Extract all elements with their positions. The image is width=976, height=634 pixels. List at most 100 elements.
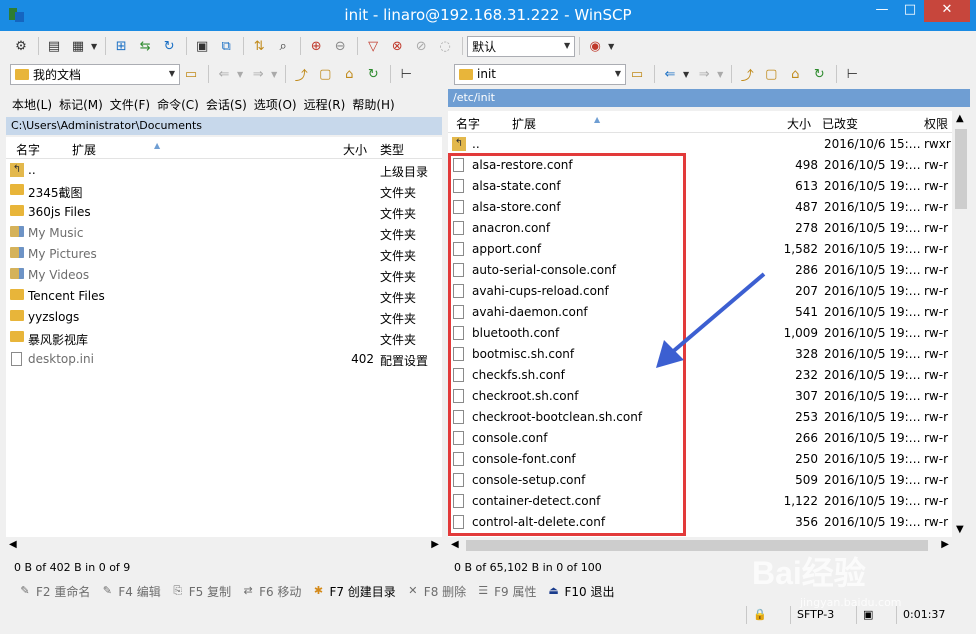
parent-dir-icon[interactable]: ⤴ (736, 63, 758, 85)
toolbar-separator (38, 37, 39, 55)
file-size: 328 (795, 347, 818, 361)
fkey-button[interactable]: ⎘ F5 复制 (171, 583, 231, 600)
home-icon[interactable]: ⌂ (784, 63, 806, 85)
refresh-icon[interactable]: ↻ (808, 63, 830, 85)
file-row[interactable]: ↰.. 2016/10/6 15:… rwxr (448, 134, 952, 155)
vscroll-thumb[interactable] (955, 129, 967, 209)
col-rights[interactable]: 权限 (924, 115, 948, 132)
scroll-left-icon[interactable]: ◀ (9, 539, 17, 550)
chevron-down-icon[interactable]: ▼ (271, 70, 277, 79)
fkey-button[interactable]: ✎ F2 重命名 (18, 583, 90, 600)
minimize-button[interactable]: — (868, 0, 896, 22)
menu-item[interactable]: 标记(M) (59, 96, 103, 113)
file-row[interactable]: My Pictures 文件夹 (6, 244, 442, 265)
forward-arrow-icon[interactable]: ⇒ (247, 63, 269, 85)
file-row[interactable]: desktop.ini 402 配置设置 (6, 349, 442, 370)
menu-item[interactable]: 命令(C) (157, 96, 199, 113)
col-changed[interactable]: 已改变 (822, 115, 858, 132)
menu-item[interactable]: 远程(R) (304, 96, 346, 113)
select-minus-icon[interactable]: ⊖ (329, 35, 351, 57)
session-globe-icon[interactable]: ◉ (584, 35, 606, 57)
file-row[interactable]: 暴风影视库 文件夹 (6, 328, 442, 349)
toolbar-separator (285, 65, 287, 83)
fkey-label: F6 移动 (259, 584, 302, 599)
find-files-icon[interactable]: ⌕ (272, 35, 294, 57)
col-name[interactable]: 名字 (456, 115, 480, 132)
right-vscrollbar[interactable]: ▲ ▼ (952, 111, 970, 537)
back-arrow-icon[interactable]: ⇐ (659, 63, 681, 85)
chevron-down-icon[interactable]: ▼ (608, 42, 614, 51)
select-plus-icon[interactable]: ⊕ (305, 35, 327, 57)
putty-icon[interactable]: ⧉ (215, 35, 237, 57)
file-name: My Pictures (28, 247, 97, 261)
close-button[interactable]: ✕ (924, 0, 970, 22)
sync-browse-icon[interactable]: ▦ (67, 35, 89, 57)
chevron-down-icon[interactable]: ▼ (717, 70, 723, 79)
left-folder-select[interactable]: 我的文档 ▼ (10, 63, 180, 85)
chevron-down-icon[interactable]: ▼ (91, 42, 97, 51)
scroll-up-icon[interactable]: ▲ (956, 113, 964, 124)
file-size: 487 (795, 200, 818, 214)
file-size: 266 (795, 431, 818, 445)
fkey-button[interactable]: ✱ F7 创建目录 (311, 583, 396, 600)
col-size[interactable]: 大小 (787, 115, 811, 132)
clear-selection-icon[interactable]: ⊘ (410, 35, 432, 57)
forward-arrow-icon[interactable]: ⇒ (693, 63, 715, 85)
fkey-button[interactable]: ⏏ F10 退出 (547, 583, 614, 600)
terminal-icon[interactable]: ▣ (191, 35, 213, 57)
preferences-gear-icon[interactable]: ⚙ (10, 35, 32, 57)
file-changed: 2016/10/6 15:… (824, 137, 921, 151)
refresh-icon[interactable]: ↻ (362, 63, 384, 85)
compare-dirs-icon[interactable]: ⊞ (110, 35, 132, 57)
file-row[interactable]: My Videos 文件夹 (6, 265, 442, 286)
fkey-button[interactable]: ☰ F9 属性 (476, 583, 536, 600)
back-arrow-icon[interactable]: ⇐ (213, 63, 235, 85)
file-row[interactable]: ↰.. 上级目录 (6, 160, 442, 181)
fkey-button[interactable]: ⇄ F6 移动 (241, 583, 301, 600)
file-row[interactable]: 360js Files 文件夹 (6, 202, 442, 223)
maximize-button[interactable]: □ (896, 0, 924, 22)
file-row[interactable]: yyzslogs 文件夹 (6, 307, 442, 328)
home-icon[interactable]: ⌂ (338, 63, 360, 85)
fkey-button[interactable]: ✎ F4 编辑 (100, 583, 161, 600)
file-size: 1,009 (783, 326, 818, 340)
col-size[interactable]: 大小 (343, 141, 367, 158)
synchronize-icon[interactable]: ⇆ (134, 35, 156, 57)
scroll-down-icon[interactable]: ▼ (956, 524, 964, 535)
fkey-button[interactable]: ✕ F8 删除 (406, 583, 466, 600)
col-ext[interactable]: 扩展 (512, 115, 536, 132)
menu-item[interactable]: 会话(S) (206, 96, 247, 113)
invert-selection-icon[interactable]: ⊗ (386, 35, 408, 57)
transfer-settings-select[interactable]: 默认 ▼ (467, 35, 576, 57)
scroll-left-icon[interactable]: ◀ (451, 539, 459, 550)
menu-item[interactable]: 选项(O) (254, 96, 297, 113)
root-dir-icon[interactable]: ▢ (760, 63, 782, 85)
chevron-down-icon[interactable]: ▼ (683, 70, 689, 79)
col-ext[interactable]: 扩展 (72, 141, 96, 158)
tree-view-icon[interactable]: ⊢ (395, 63, 417, 85)
chevron-down-icon[interactable]: ▼ (237, 70, 243, 79)
filter-icon[interactable]: ▽ (362, 35, 384, 57)
menu-item[interactable]: 本地(L) (12, 96, 52, 113)
col-name[interactable]: 名字 (16, 141, 40, 158)
refresh-icon[interactable]: ↻ (158, 35, 180, 57)
file-row[interactable]: 2345截图 文件夹 (6, 181, 442, 202)
open-folder-icon[interactable]: ▭ (180, 63, 202, 85)
scroll-right-icon[interactable]: ▶ (431, 539, 439, 550)
menu-item[interactable]: 文件(F) (110, 96, 150, 113)
transfer-icon[interactable]: ⇅ (248, 35, 270, 57)
right-folder-select[interactable]: init ▼ (454, 63, 626, 85)
toolbar-separator (390, 65, 392, 83)
restore-selection-icon[interactable]: ◌ (434, 35, 456, 57)
parent-dir-icon[interactable]: ⤴ (290, 63, 312, 85)
root-dir-icon[interactable]: ▢ (314, 63, 336, 85)
left-hscrollbar[interactable]: ◀ ▶ (6, 537, 442, 554)
tree-view-icon[interactable]: ⊢ (841, 63, 863, 85)
left-file-list[interactable]: 名字 扩展 ▲ 大小 类型 ↰.. 上级目录 2345截图 文件夹 360js File… (6, 137, 442, 537)
file-row[interactable]: Tencent Files 文件夹 (6, 286, 442, 307)
file-row[interactable]: My Music 文件夹 (6, 223, 442, 244)
open-folder-icon[interactable]: ▭ (626, 63, 648, 85)
menu-item[interactable]: 帮助(H) (352, 96, 394, 113)
queue-icon[interactable]: ▤ (43, 35, 65, 57)
col-type[interactable]: 类型 (380, 141, 404, 158)
